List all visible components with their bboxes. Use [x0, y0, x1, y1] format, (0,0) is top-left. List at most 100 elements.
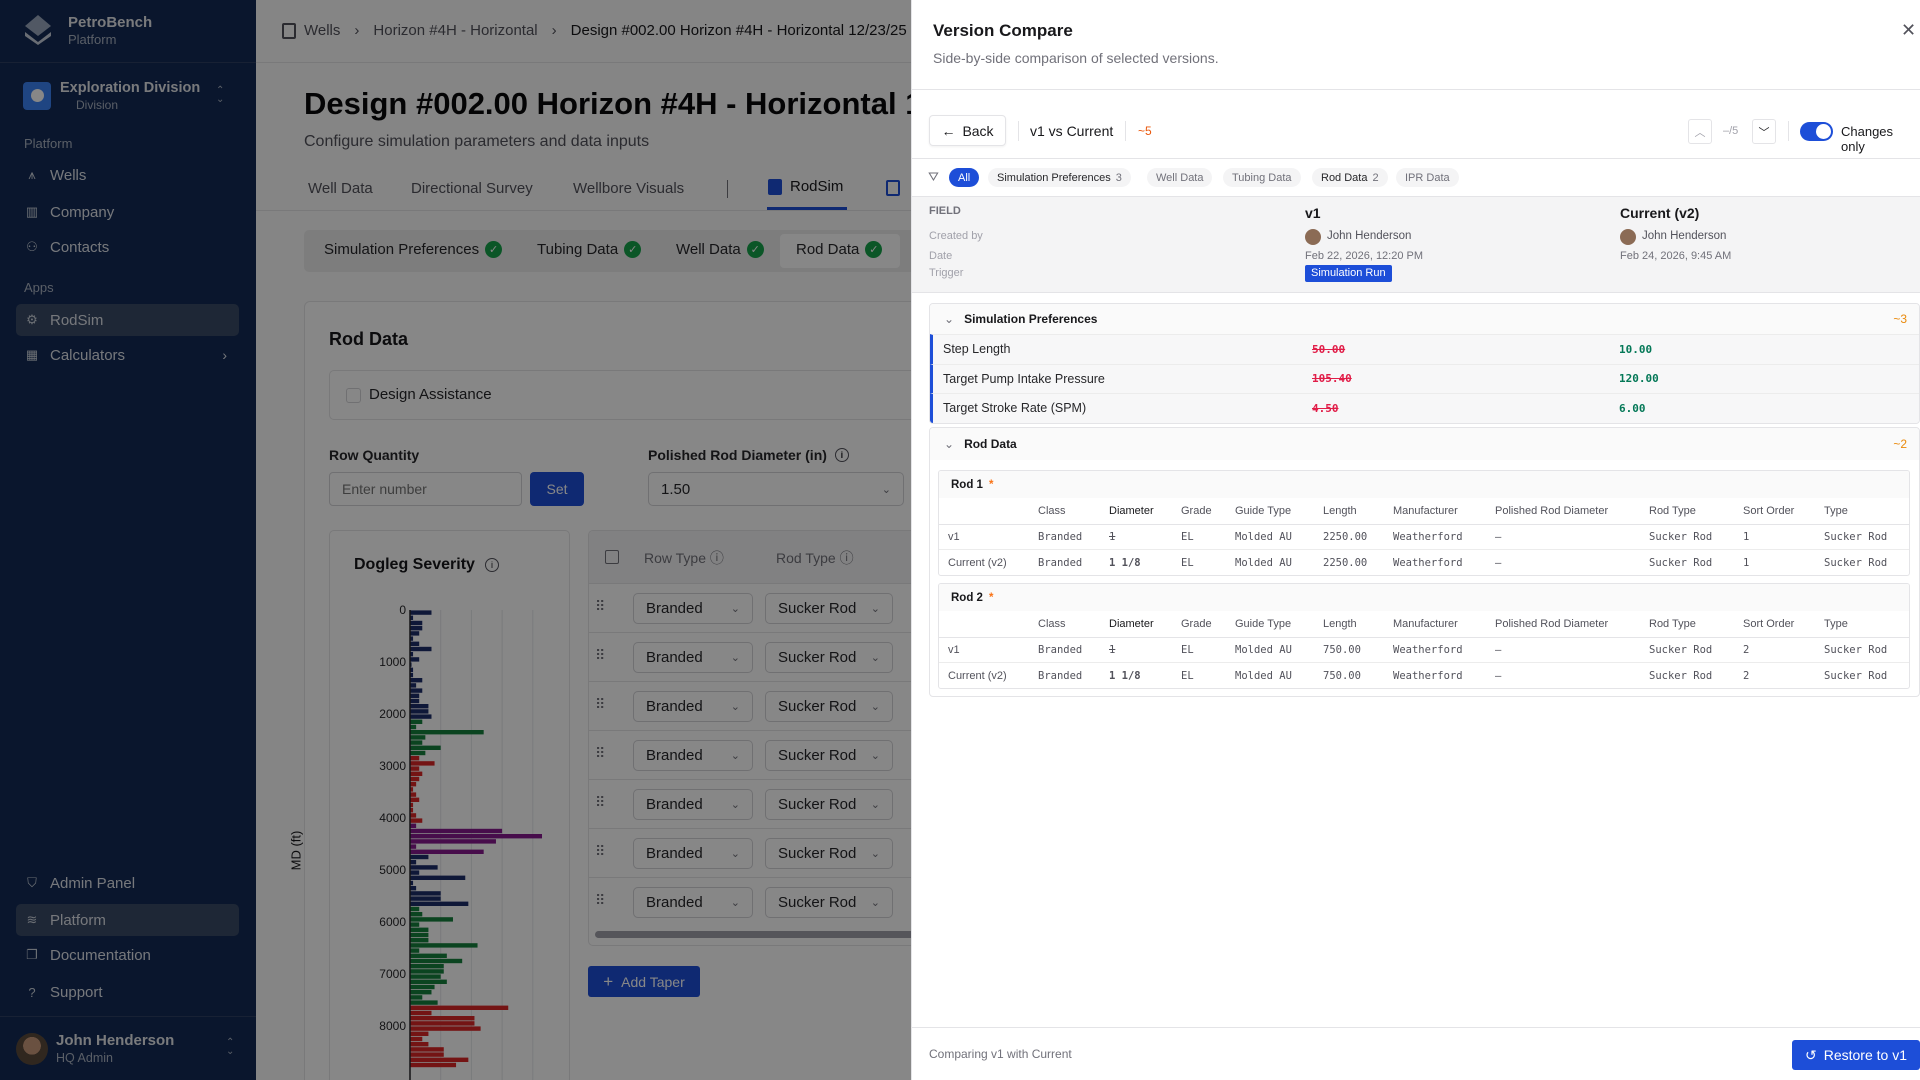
rod-card: Rod 2 * Class Diameter Grade Guide Type Lengt…	[938, 583, 1910, 689]
filter-chip-rod-data[interactable]: Rod Data 2	[1312, 168, 1388, 187]
table-cell: 2250.00	[1323, 531, 1368, 543]
change-count: ~5	[1138, 124, 1152, 138]
table-cell: Sucker Rod	[1649, 644, 1713, 656]
filter-chip-tubing-data[interactable]: Tubing Data	[1223, 168, 1301, 187]
rod-title: Rod 1	[951, 478, 983, 491]
chevron-down-icon: ⌄	[944, 312, 955, 326]
table-cell: Molded AU	[1235, 669, 1292, 682]
section-header[interactable]: ⌄ Simulation Preferences ~3	[930, 304, 1919, 334]
column-header: Polished Rod Diameter	[1495, 505, 1609, 517]
chip-label: Simulation Preferences	[997, 171, 1111, 184]
table-cell: v1	[948, 644, 960, 656]
table-cell: Sucker Rod	[1824, 669, 1888, 682]
table-row: Current (v2) Branded 1 1/8 EL Molded AU 750.0…	[939, 663, 1909, 688]
v2-author: John Henderson	[1642, 230, 1727, 242]
chip-label: Rod Data	[1321, 171, 1368, 184]
table-cell: Current (v2)	[948, 669, 1007, 682]
arrow-left-icon: ←	[941, 122, 956, 139]
new-value: 6.00	[1619, 401, 1646, 415]
filter-chip-well-data[interactable]: Well Data	[1147, 168, 1213, 187]
table-cell: EL	[1181, 644, 1194, 656]
section-simulation-preferences: ⌄ Simulation Preferences ~3 Step Length 50.…	[929, 303, 1920, 424]
table-cell: Weatherford	[1393, 531, 1463, 543]
next-change-button[interactable]: ﹀	[1752, 119, 1776, 144]
table-cell: Molded AU	[1235, 556, 1292, 569]
column-header: Manufacturer	[1393, 618, 1458, 630]
panel-subtitle: Side-by-side comparison of selected vers…	[933, 50, 1219, 66]
changes-only-label: Changes only	[1841, 124, 1894, 154]
table-cell: Molded AU	[1235, 531, 1292, 543]
old-value: 4.50	[1312, 401, 1339, 415]
chip-label: IPR Data	[1405, 171, 1450, 184]
field-name: Target Stroke Rate (SPM)	[943, 401, 1087, 416]
table-cell: 1	[1109, 531, 1116, 543]
section-title: Rod Data	[964, 437, 1017, 451]
column-header: Guide Type	[1235, 505, 1292, 517]
new-value: 120.00	[1619, 372, 1659, 386]
chip-count: 3	[1115, 171, 1122, 184]
restore-button[interactable]: ↺ Restore to v1	[1792, 1040, 1920, 1070]
table-cell: 750.00	[1323, 669, 1361, 682]
table-cell: 2250.00	[1323, 556, 1368, 569]
changes-only-toggle[interactable]	[1800, 122, 1833, 141]
section-count: ~3	[1893, 312, 1907, 326]
column-header: Type	[1824, 505, 1848, 517]
table-cell: Sucker Rod	[1649, 556, 1713, 569]
compare-label: v1 vs Current	[1030, 123, 1114, 139]
table-cell: EL	[1181, 556, 1194, 569]
chip-label: All	[958, 171, 971, 184]
modal-backdrop[interactable]	[0, 0, 911, 1080]
column-header: Guide Type	[1235, 618, 1292, 630]
table-cell: 1	[1743, 531, 1750, 543]
column-header: Polished Rod Diameter	[1495, 618, 1609, 630]
table-cell: –	[1495, 644, 1502, 656]
avatar	[1620, 229, 1636, 245]
prev-change-button[interactable]: ︿	[1688, 119, 1712, 144]
section-count: ~2	[1893, 437, 1907, 451]
filter-chip-ipr-data[interactable]: IPR Data	[1396, 168, 1459, 187]
table-cell: EL	[1181, 531, 1194, 543]
column-header: Grade	[1181, 618, 1212, 630]
field-header: FIELD	[929, 205, 961, 217]
table-cell: Sucker Rod	[1824, 556, 1888, 569]
close-icon[interactable]: ✕	[1901, 20, 1916, 41]
v2-header: Current (v2)	[1620, 205, 1700, 221]
v1-date: Feb 22, 2026, 12:20 PM	[1305, 250, 1424, 262]
table-cell: 1 1/8	[1109, 556, 1141, 569]
column-header: Diameter	[1109, 505, 1154, 517]
rod-title: Rod 2	[951, 591, 983, 604]
filter-chip-all[interactable]: All	[949, 168, 980, 187]
table-cell: –	[1495, 531, 1502, 543]
filter-chip-simulation-preferences[interactable]: Simulation Preferences 3	[988, 168, 1131, 187]
table-row: v1 Branded 1 EL Molded AU 2250.00 Weatherford –…	[939, 525, 1909, 550]
table-row: Current (v2) Branded 1 1/8 EL Molded AU 2250.…	[939, 550, 1909, 575]
restore-icon: ↺	[1805, 1046, 1817, 1063]
avatar	[1305, 229, 1321, 245]
diff-row: Target Pump Intake Pressure 105.40 120.00	[930, 363, 1919, 393]
old-value: 50.00	[1312, 342, 1346, 356]
table-cell: Sucker Rod	[1649, 531, 1713, 543]
trigger-label: Trigger	[929, 267, 964, 279]
table-cell: Current (v2)	[948, 556, 1007, 569]
back-button[interactable]: ← Back	[929, 115, 1006, 146]
table-cell: Weatherford	[1393, 644, 1463, 656]
column-header: Grade	[1181, 505, 1212, 517]
version-compare-panel: Version Compare Side-by-side comparison …	[911, 0, 1920, 1080]
table-cell: 2	[1743, 644, 1750, 656]
table-cell: Branded	[1038, 644, 1083, 656]
trigger-badge: Simulation Run	[1305, 265, 1392, 282]
v1-author: John Henderson	[1327, 230, 1412, 242]
version-meta: FIELD Created by Date Trigger v1 John He…	[912, 197, 1920, 293]
table-cell: –	[1495, 556, 1502, 569]
column-header: Sort Order	[1743, 618, 1795, 630]
diff-row: Step Length 50.00 10.00	[930, 334, 1919, 364]
section-header[interactable]: ⌄ Rod Data ~2	[930, 428, 1919, 460]
table-cell: Weatherford	[1393, 556, 1463, 569]
diff-row: Target Stroke Rate (SPM) 4.50 6.00	[930, 393, 1919, 423]
v2-date: Feb 24, 2026, 9:45 AM	[1620, 250, 1732, 262]
column-header: Diameter	[1109, 618, 1154, 630]
table-cell: Sucker Rod	[1824, 644, 1888, 656]
chip-label: Tubing Data	[1232, 171, 1292, 184]
section-rod-data: ⌄ Rod Data ~2 Rod 1 * Class Diameter Grade Gui…	[929, 427, 1920, 697]
column-header: Rod Type	[1649, 505, 1696, 517]
